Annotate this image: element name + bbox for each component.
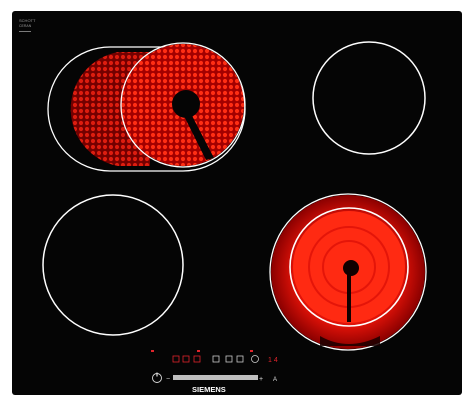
glass-badge-line2: CERAN xyxy=(19,24,32,28)
glass-badge-line1: SCHOTT xyxy=(19,18,36,23)
zone-center-sensor xyxy=(172,90,200,118)
sensor-arm xyxy=(347,268,351,322)
plus-icon[interactable]: + xyxy=(259,376,263,383)
minus-icon[interactable]: − xyxy=(166,376,170,383)
auto-button[interactable]: A xyxy=(273,377,277,383)
power-icon xyxy=(156,372,158,377)
timer-display: 1 4 xyxy=(268,357,278,364)
cooktop: SCHOTT CERAN 1 4 − + A SIEMENS xyxy=(12,11,462,395)
power-level-slider[interactable] xyxy=(173,375,258,380)
brand-logo: SIEMENS xyxy=(192,385,226,394)
